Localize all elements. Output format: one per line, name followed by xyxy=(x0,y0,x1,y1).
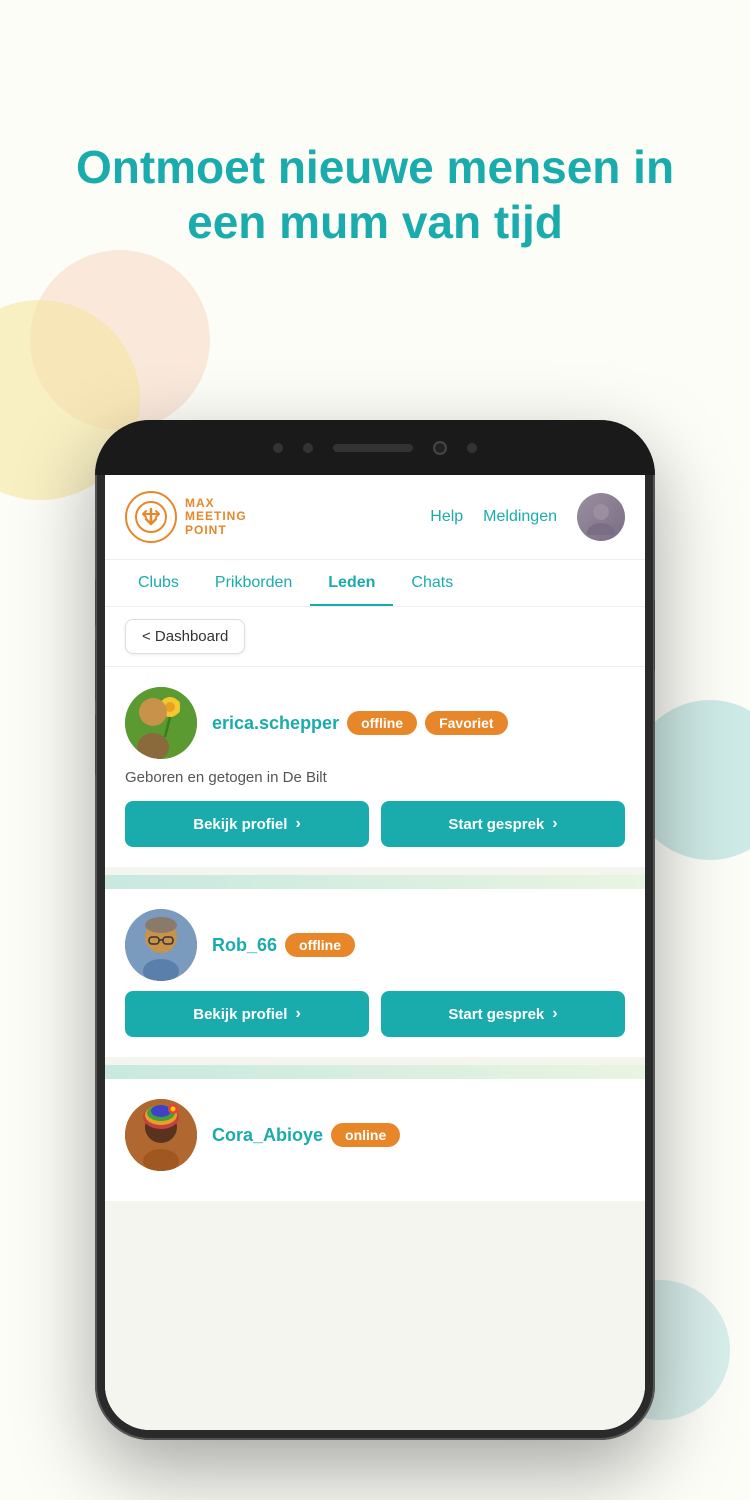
bekijk-profiel-rob[interactable]: Bekijk profiel › xyxy=(125,991,369,1037)
phone-mockup: MAX MEETING POINT Help Meldingen xyxy=(95,420,655,1440)
status-badge-erica: offline xyxy=(347,711,417,735)
app-header: MAX MEETING POINT Help Meldingen xyxy=(105,475,645,560)
start-gesprek-erica[interactable]: Start gesprek › xyxy=(381,801,625,847)
avatar-cora xyxy=(125,1099,197,1171)
logo: MAX MEETING POINT xyxy=(125,491,247,543)
tab-leden[interactable]: Leden xyxy=(310,560,393,606)
phone-top-bar xyxy=(95,420,655,475)
meldingen-link[interactable]: Meldingen xyxy=(483,508,557,526)
phone-sensor3 xyxy=(467,443,477,453)
breadcrumb-bar: < Dashboard xyxy=(105,607,645,667)
logo-svg xyxy=(135,501,167,533)
member-info-cora: Cora_Abioye online xyxy=(212,1123,400,1147)
member-header-erica: erica.schepper offline Favoriet xyxy=(125,687,625,759)
member-info-rob: Rob_66 offline xyxy=(212,933,355,957)
avatar-erica xyxy=(125,687,197,759)
status-badge-cora: online xyxy=(331,1123,400,1147)
dashboard-back-button[interactable]: < Dashboard xyxy=(125,619,245,654)
phone-camera xyxy=(433,441,447,455)
stripe-decoration-2 xyxy=(105,1065,645,1079)
app-content: MAX MEETING POINT Help Meldingen xyxy=(105,475,645,1430)
stripe-decoration xyxy=(105,875,645,889)
user-avatar[interactable] xyxy=(577,493,625,541)
volume-up-button xyxy=(95,640,96,700)
member-card-cora: Cora_Abioye online xyxy=(105,1079,645,1201)
phone-screen: MAX MEETING POINT Help Meldingen xyxy=(105,475,645,1430)
user-avatar-image xyxy=(577,493,625,541)
member-card-rob: Rob_66 offline Bekijk profiel › Start ge… xyxy=(105,889,645,1057)
status-badge-rob: offline xyxy=(285,933,355,957)
phone-speaker xyxy=(333,444,413,452)
members-list: erica.schepper offline Favoriet Geboren … xyxy=(105,667,645,1430)
nav-tabs: Clubs Prikborden Leden Chats xyxy=(105,560,645,607)
member-card-erica: erica.schepper offline Favoriet Geboren … xyxy=(105,667,645,867)
member-actions-rob: Bekijk profiel › Start gesprek › xyxy=(125,991,625,1037)
avatar-rob xyxy=(125,909,197,981)
breadcrumb-label: < Dashboard xyxy=(142,628,228,645)
member-info-erica: erica.schepper offline Favoriet xyxy=(212,711,508,735)
phone-frame: MAX MEETING POINT Help Meldingen xyxy=(95,420,655,1440)
member-description-erica: Geboren en getogen in De Bilt xyxy=(125,769,625,786)
bekijk-profiel-erica[interactable]: Bekijk profiel › xyxy=(125,801,369,847)
member-actions-erica: Bekijk profiel › Start gesprek › xyxy=(125,801,625,847)
chevron-right-icon4: › xyxy=(552,1005,557,1023)
favoriet-badge-erica: Favoriet xyxy=(425,711,507,735)
member-name-cora: Cora_Abioye xyxy=(212,1125,323,1146)
start-gesprek-rob[interactable]: Start gesprek › xyxy=(381,991,625,1037)
phone-sensor2 xyxy=(303,443,313,453)
hero-section: Ontmoet nieuwe mensen in een mum van tij… xyxy=(0,140,750,250)
member-name-erica: erica.schepper xyxy=(212,713,339,734)
header-nav: Help Meldingen xyxy=(430,493,625,541)
logo-text: MAX MEETING POINT xyxy=(185,497,247,537)
chevron-right-icon3: › xyxy=(295,1005,300,1023)
power-button xyxy=(654,600,655,670)
logo-icon xyxy=(125,491,177,543)
tab-prikborden[interactable]: Prikborden xyxy=(197,560,310,606)
tab-chats[interactable]: Chats xyxy=(393,560,471,606)
chevron-right-icon: › xyxy=(295,815,300,833)
hero-heading: Ontmoet nieuwe mensen in een mum van tij… xyxy=(60,140,690,250)
volume-down-button xyxy=(95,715,96,775)
member-header-rob: Rob_66 offline xyxy=(125,909,625,981)
tab-clubs[interactable]: Clubs xyxy=(120,560,197,606)
phone-sensor xyxy=(273,443,283,453)
member-header-cora: Cora_Abioye online xyxy=(125,1099,625,1171)
member-name-rob: Rob_66 xyxy=(212,935,277,956)
volume-silent-button xyxy=(95,580,96,625)
help-link[interactable]: Help xyxy=(430,508,463,526)
chevron-right-icon2: › xyxy=(552,815,557,833)
